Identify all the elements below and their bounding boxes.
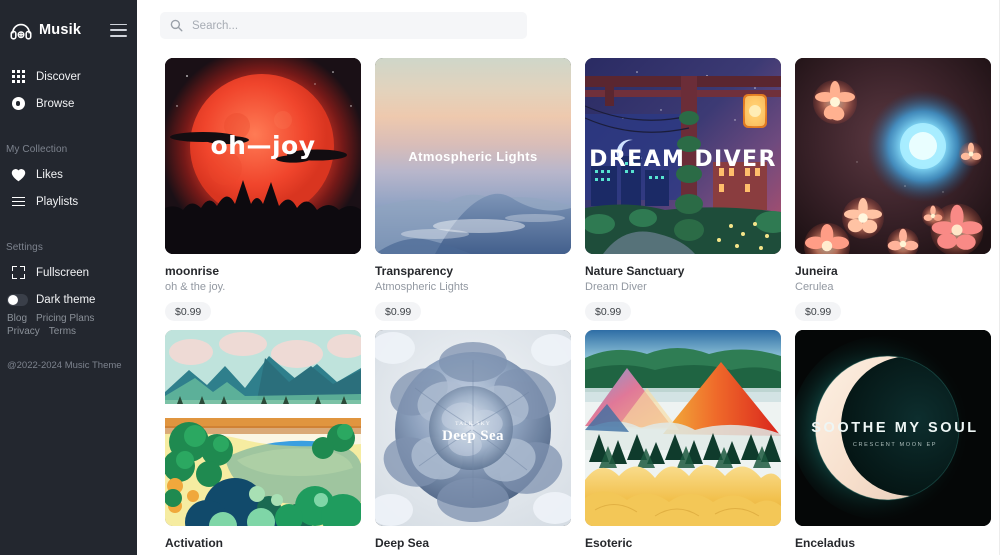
sidebar-item-label: Fullscreen <box>36 266 90 279</box>
grid-icon <box>9 70 27 83</box>
disc-icon <box>9 97 27 110</box>
heart-icon <box>9 168 27 182</box>
copyright-text: @2022-2024 Music Theme <box>7 360 122 371</box>
album-artist: Dream Diver <box>585 281 647 293</box>
sidebar-footer-links: Blog Pricing Plans Privacy Terms <box>7 313 132 337</box>
app-window: Musik Discover Browse My Collection Like… <box>0 0 1000 555</box>
album-artwork-pastel-mountain-haze[interactable]: Atmospheric Lights <box>375 58 571 254</box>
svg-text:oh—joy: oh—joy <box>210 131 315 160</box>
dark-theme-toggle[interactable]: Dark theme <box>0 286 137 313</box>
hamburger-icon[interactable] <box>110 23 127 37</box>
album-card[interactable]: Activation <box>165 330 361 550</box>
album-price[interactable]: $0.99 <box>795 302 842 321</box>
footer-link-privacy[interactable]: Privacy <box>7 326 40 337</box>
album-title: Nature Sanctuary <box>585 264 685 278</box>
sidebar-item-label: Likes <box>36 168 63 181</box>
sidebar-section-settings: Settings <box>6 242 43 253</box>
album-price[interactable]: $0.99 <box>165 302 212 321</box>
album-card[interactable]: DREAM DIVER Nature Sanctuary Dream Diver… <box>585 58 781 321</box>
search-bar[interactable] <box>160 12 527 39</box>
album-card[interactable]: Esoteric <box>585 330 781 550</box>
album-artwork-red-moon-forest[interactable]: oh—joy <box>165 58 361 254</box>
svg-text:SOOTHE MY SOUL: SOOTHE MY SOUL <box>811 420 978 436</box>
toggle-icon <box>7 293 28 306</box>
album-artwork-colorful-mountains[interactable] <box>585 330 781 526</box>
album-title: Juneira <box>795 264 838 278</box>
list-icon <box>9 196 27 207</box>
album-title: Esoteric <box>585 536 633 550</box>
sidebar-item-playlists[interactable]: Playlists <box>0 188 137 215</box>
fullscreen-icon <box>9 266 27 279</box>
footer-link-blog[interactable]: Blog <box>7 313 27 324</box>
search-input[interactable] <box>192 19 492 32</box>
dark-theme-label: Dark theme <box>36 293 96 306</box>
album-artwork-glowing-flowers-orb[interactable] <box>795 58 991 254</box>
search-icon <box>170 19 183 32</box>
sidebar-item-label: Browse <box>36 97 75 110</box>
topbar <box>137 0 1000 48</box>
footer-link-terms[interactable]: Terms <box>49 326 76 337</box>
svg-text:Atmospheric Lights: Atmospheric Lights <box>408 149 537 164</box>
album-title: Deep Sea <box>375 536 430 550</box>
sidebar-item-likes[interactable]: Likes <box>0 161 137 188</box>
svg-text:CRESCENT MOON EP: CRESCENT MOON EP <box>853 442 937 448</box>
brand-name: Musik <box>39 22 82 38</box>
sidebar-item-discover[interactable]: Discover <box>0 63 137 90</box>
album-card[interactable]: TALK SKY Deep Sea Deep Sea <box>375 330 571 550</box>
svg-text:Deep Sea: Deep Sea <box>442 428 504 444</box>
album-artist: Cerulea <box>795 281 834 293</box>
sidebar-section-my-collection: My Collection <box>6 144 68 155</box>
album-card[interactable]: oh—joy moonrise oh & the joy. $0.99 <box>165 58 361 321</box>
album-title: Transparency <box>375 264 454 278</box>
nav-primary: Discover Browse <box>0 63 137 117</box>
sidebar-item-fullscreen[interactable]: Fullscreen <box>0 259 137 286</box>
album-card[interactable]: Atmospheric Lights Transparency Atmosphe… <box>375 58 571 321</box>
sidebar-item-browse[interactable]: Browse <box>0 90 137 117</box>
sidebar-item-label: Discover <box>36 70 81 83</box>
nav-settings: Fullscreen Dark theme <box>0 259 137 313</box>
main-content: oh—joy moonrise oh & the joy. $0.99 <box>137 0 1000 555</box>
album-artist: oh & the joy. <box>165 281 226 293</box>
brand-row: Musik <box>0 7 137 53</box>
album-artwork-pixel-night-city[interactable]: DREAM DIVER <box>585 58 781 254</box>
album-price[interactable]: $0.99 <box>375 302 422 321</box>
album-artwork-painted-pool-landscape[interactable] <box>165 330 361 526</box>
nav-collection: Likes Playlists <box>0 161 137 215</box>
album-artwork-crescent-moon-dark[interactable]: SOOTHE MY SOUL CRESCENT MOON EP <box>795 330 991 526</box>
svg-text:DREAM DIVER: DREAM DIVER <box>589 147 777 172</box>
svg-text:TALK SKY: TALK SKY <box>455 421 491 427</box>
album-artwork-blue-peony-flower[interactable]: TALK SKY Deep Sea <box>375 330 571 526</box>
album-title: Activation <box>165 536 224 550</box>
headphones-icon <box>10 23 32 40</box>
footer-link-pricing-plans[interactable]: Pricing Plans <box>36 313 94 324</box>
album-card[interactable]: SOOTHE MY SOUL CRESCENT MOON EP Enceladu… <box>795 330 991 550</box>
sidebar-item-label: Playlists <box>36 195 79 208</box>
album-price[interactable]: $0.99 <box>585 302 632 321</box>
album-card[interactable]: Juneira Cerulea $0.99 <box>795 58 991 321</box>
album-title: Enceladus <box>795 536 856 550</box>
sidebar: Musik Discover Browse My Collection Like… <box>0 0 137 555</box>
album-grid: oh—joy moonrise oh & the joy. $0.99 Atmo… <box>137 48 1000 550</box>
album-artist: Atmospheric Lights <box>375 281 469 293</box>
album-title: moonrise <box>165 264 220 278</box>
